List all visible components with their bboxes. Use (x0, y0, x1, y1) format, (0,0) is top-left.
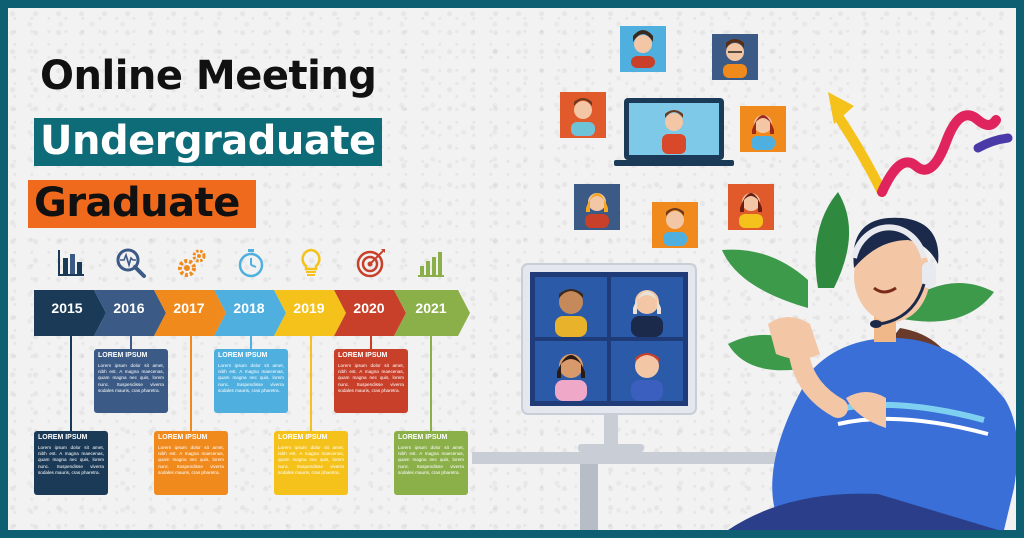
laptop-icon (614, 98, 734, 166)
avatar-tile-man-left (560, 92, 606, 138)
desk-leg (580, 464, 598, 530)
banner-canvas: Online Meeting Undergraduate Graduate 20… (8, 8, 1016, 530)
online-meeting-illustration (472, 26, 1016, 530)
avatar-tile-man-glasses (712, 34, 758, 80)
avatar-tile-man-bottom (652, 202, 698, 248)
monitor-icon (521, 263, 697, 452)
avatar-tile-woman-top (620, 26, 666, 72)
growth-arrow-icon (828, 92, 1013, 197)
desk-top (472, 452, 802, 464)
avatar-tile-woman-right (740, 106, 786, 152)
avatar-tile-woman-bottom-right (728, 184, 774, 230)
banner-frame: Online Meeting Undergraduate Graduate 20… (0, 0, 1024, 538)
avatar-tile-woman-bottom-left (574, 184, 620, 230)
